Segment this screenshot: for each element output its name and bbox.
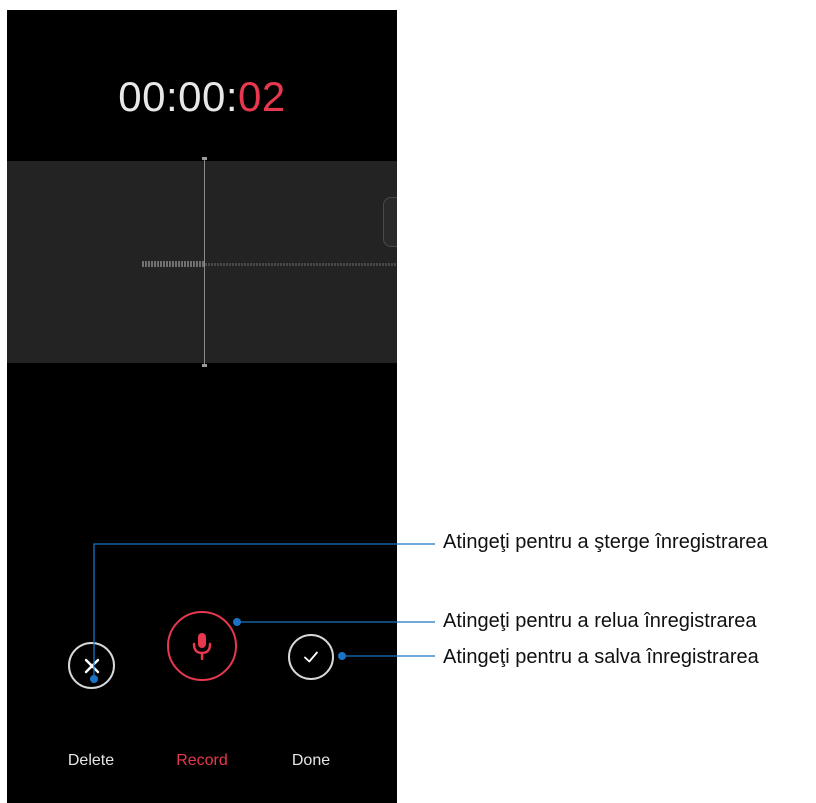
- timer-seconds: 02: [238, 73, 286, 120]
- checkmark-icon: [304, 651, 318, 663]
- callout-delete: Atingeţi pentru a şterge înregistrarea: [443, 531, 768, 553]
- recorder-screen: 00:00:02 Delete Record Done: [7, 10, 397, 803]
- elapsed-timer: 00:00:02: [7, 72, 397, 122]
- playhead-line[interactable]: [204, 157, 205, 366]
- playhead-bottom-marker: [202, 364, 207, 367]
- delete-label: Delete: [67, 752, 115, 769]
- microphone-icon: [192, 633, 212, 660]
- waveform-scroll-handle[interactable]: [383, 197, 397, 247]
- close-icon: [84, 658, 99, 673]
- callout-done: Atingeţi pentru a salva înregistrarea: [443, 646, 759, 668]
- record-button[interactable]: [167, 611, 237, 681]
- done-button[interactable]: [288, 634, 334, 680]
- record-label: Record: [176, 752, 228, 769]
- waveform-ticks: [142, 261, 396, 267]
- delete-button[interactable]: [68, 642, 115, 689]
- timer-prefix: 00:00:: [118, 73, 239, 120]
- playhead-top-marker: [202, 157, 207, 160]
- callout-record: Atingeţi pentru a relua înregistrarea: [443, 610, 757, 632]
- done-label: Done: [291, 752, 331, 769]
